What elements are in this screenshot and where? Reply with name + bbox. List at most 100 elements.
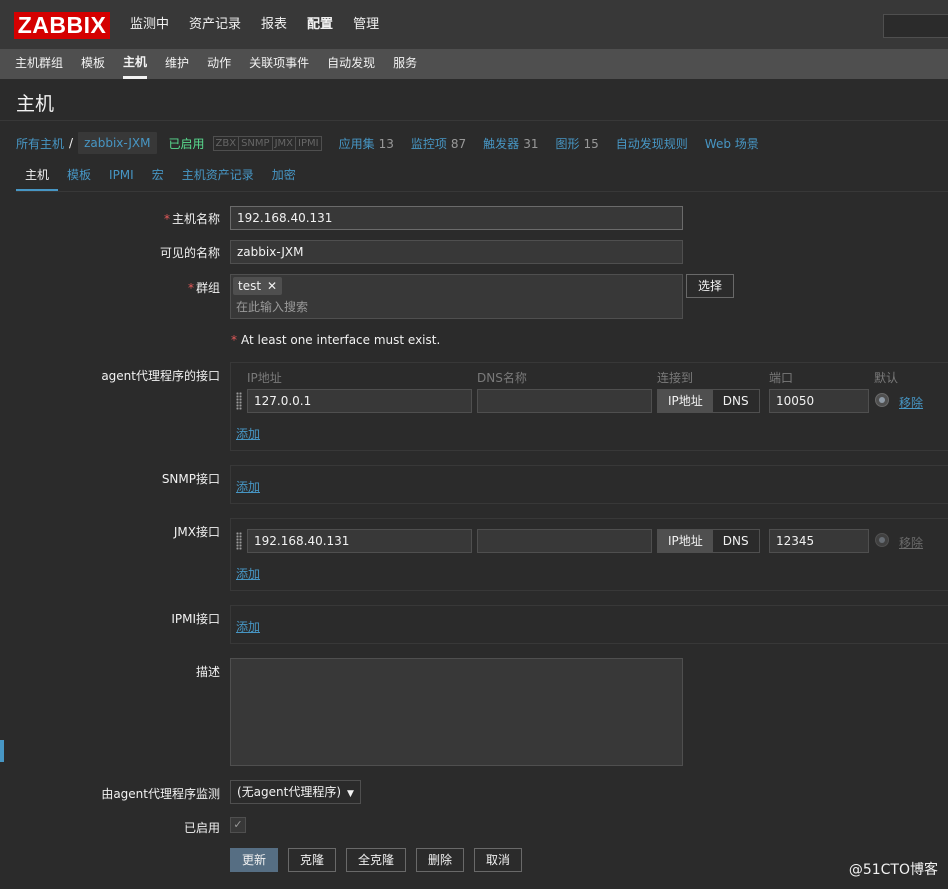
breadcrumb-items[interactable]: 监控项 87: [411, 135, 466, 152]
breadcrumb-applications[interactable]: 应用集 13: [339, 135, 394, 152]
host-form-tabs: 主机 模板 IPMI 宏 主机资产记录 加密: [16, 163, 305, 191]
groups-label-text: 群组: [195, 281, 220, 295]
submenu-maintenance[interactable]: 维护: [165, 49, 189, 79]
availability-jmx: JMX: [272, 136, 297, 150]
submenu-templates[interactable]: 模板: [81, 49, 105, 79]
proxy-selected-value: (无agent代理程序): [237, 785, 342, 799]
global-search-input[interactable]: [883, 14, 948, 38]
agent-add-link[interactable]: 添加: [236, 425, 260, 442]
menu-monitoring[interactable]: 监测中: [130, 0, 169, 49]
tab-ipmi[interactable]: IPMI: [100, 163, 143, 191]
breadcrumb-graphs[interactable]: 图形 15: [555, 135, 598, 152]
breadcrumb: 所有主机 / zabbix-JXM 已启用 ZBX SNMP JMX IPMI …: [16, 130, 759, 156]
column-ip: IP地址: [247, 371, 282, 385]
hostname-label-text: 主机名称: [171, 212, 220, 226]
jmx-dns-input[interactable]: [477, 529, 652, 553]
tab-inventory[interactable]: 主机资产记录: [173, 163, 263, 191]
groups-search-placeholder[interactable]: 在此输入搜索: [236, 298, 308, 315]
graphs-label: 图形: [555, 136, 580, 151]
watermark: @51CTO博客: [848, 862, 938, 878]
menu-reports[interactable]: 报表: [261, 0, 287, 49]
full-clone-button[interactable]: 全克隆: [346, 848, 406, 872]
triggers-label: 触发器: [483, 136, 520, 151]
interface-error-text: At least one interface must exist.: [241, 333, 441, 347]
availability-ipmi: IPMI: [296, 136, 321, 150]
drag-handle-icon[interactable]: [236, 392, 242, 410]
menu-administration[interactable]: 管理: [353, 0, 379, 49]
breadcrumb-all-hosts[interactable]: 所有主机: [16, 135, 64, 152]
proxy-select[interactable]: (无agent代理程序) ▼: [230, 780, 361, 804]
jmx-remove-link: 移除: [899, 536, 924, 550]
agent-connect-ip[interactable]: IP地址: [658, 390, 713, 412]
configuration-submenu: 主机群组 模板 主机 维护 动作 关联项事件 自动发现 服务: [15, 49, 435, 79]
snmp-interfaces-label: SNMP接口: [161, 472, 220, 486]
visible-name-input[interactable]: zabbix-JXM: [230, 240, 683, 264]
agent-ip-input[interactable]: 127.0.0.1: [247, 389, 472, 413]
hostname-input[interactable]: 192.168.40.131: [230, 206, 683, 230]
required-star: *: [187, 281, 194, 295]
submenu-host-groups[interactable]: 主机群组: [15, 49, 63, 79]
group-tag-test: test ✕: [233, 277, 283, 295]
select-groups-button[interactable]: 选择: [686, 274, 734, 298]
group-tag-label: test: [238, 279, 262, 293]
breadcrumb-discovery-rules[interactable]: 自动发现规则: [616, 135, 688, 152]
breadcrumb-triggers[interactable]: 触发器 31: [483, 135, 538, 152]
jmx-default-radio[interactable]: [875, 533, 889, 547]
submenu-actions[interactable]: 动作: [207, 49, 231, 79]
error-star: *: [231, 333, 237, 347]
description-label: 描述: [195, 665, 220, 679]
agent-dns-input[interactable]: [477, 389, 652, 413]
top-navigation-bar: ZABBIX 监测中 资产记录 报表 配置 管理: [0, 0, 948, 49]
breadcrumb-web-scenarios[interactable]: Web 场景: [705, 135, 759, 152]
submenu-discovery[interactable]: 自动发现: [327, 49, 375, 79]
tab-templates[interactable]: 模板: [58, 163, 100, 191]
agent-default-radio[interactable]: [875, 393, 889, 407]
graphs-count: 15: [583, 136, 599, 151]
jmx-add-link[interactable]: 添加: [236, 565, 260, 582]
jmx-port-input[interactable]: 12345: [769, 529, 869, 553]
ipmi-interfaces-label: IPMI接口: [171, 612, 220, 626]
sub-navigation-bar: 主机群组 模板 主机 维护 动作 关联项事件 自动发现 服务: [0, 49, 948, 79]
cancel-button[interactable]: 取消: [474, 848, 522, 872]
submenu-services[interactable]: 服务: [393, 49, 417, 79]
jmx-ip-input[interactable]: 192.168.40.131: [247, 529, 472, 553]
page-header: 主机: [0, 79, 948, 121]
tab-macros[interactable]: 宏: [143, 163, 173, 191]
host-status-enabled[interactable]: 已启用: [169, 135, 205, 152]
page-title: 主机: [16, 93, 55, 115]
tab-host[interactable]: 主机: [16, 163, 59, 191]
enabled-checkbox[interactable]: ✓: [230, 817, 246, 833]
clone-button[interactable]: 克隆: [288, 848, 336, 872]
delete-button[interactable]: 删除: [416, 848, 464, 872]
hostname-label: * 主机名称: [10, 210, 220, 227]
breadcrumb-current-host[interactable]: zabbix-JXM: [78, 132, 157, 154]
zabbix-logo[interactable]: ZABBIX: [14, 12, 110, 39]
left-edge-marker: [0, 740, 4, 762]
description-textarea[interactable]: [230, 658, 683, 766]
triggers-count: 31: [523, 136, 539, 151]
agent-remove-link[interactable]: 移除: [899, 394, 923, 411]
agent-port-input[interactable]: 10050: [769, 389, 869, 413]
proxy-label: 由agent代理程序监测: [101, 787, 220, 801]
agent-connect-dns[interactable]: DNS: [712, 390, 759, 412]
jmx-connect-ip[interactable]: IP地址: [658, 530, 713, 552]
jmx-connect-dns[interactable]: DNS: [712, 530, 759, 552]
ipmi-add-link[interactable]: 添加: [236, 618, 260, 635]
submenu-hosts[interactable]: 主机: [123, 49, 148, 79]
menu-inventory[interactable]: 资产记录: [189, 0, 241, 49]
drag-handle-icon[interactable]: [236, 532, 242, 550]
jmx-interfaces-label: JMX接口: [173, 525, 220, 539]
column-port: 端口: [769, 371, 794, 385]
update-button[interactable]: 更新: [230, 848, 278, 872]
tab-encryption[interactable]: 加密: [263, 163, 305, 191]
remove-tag-icon[interactable]: ✕: [267, 279, 277, 293]
availability-indicators: ZBX SNMP JMX IPMI: [212, 135, 322, 151]
main-menu: 监测中 资产记录 报表 配置 管理: [130, 0, 399, 49]
submenu-correlation[interactable]: 关联项事件: [249, 49, 309, 79]
column-default: 默认: [874, 371, 899, 385]
column-connect-to: 连接到: [657, 371, 694, 385]
snmp-add-link[interactable]: 添加: [236, 478, 260, 495]
applications-count: 13: [378, 136, 394, 151]
items-label: 监控项: [410, 136, 447, 151]
menu-configuration[interactable]: 配置: [307, 0, 333, 49]
